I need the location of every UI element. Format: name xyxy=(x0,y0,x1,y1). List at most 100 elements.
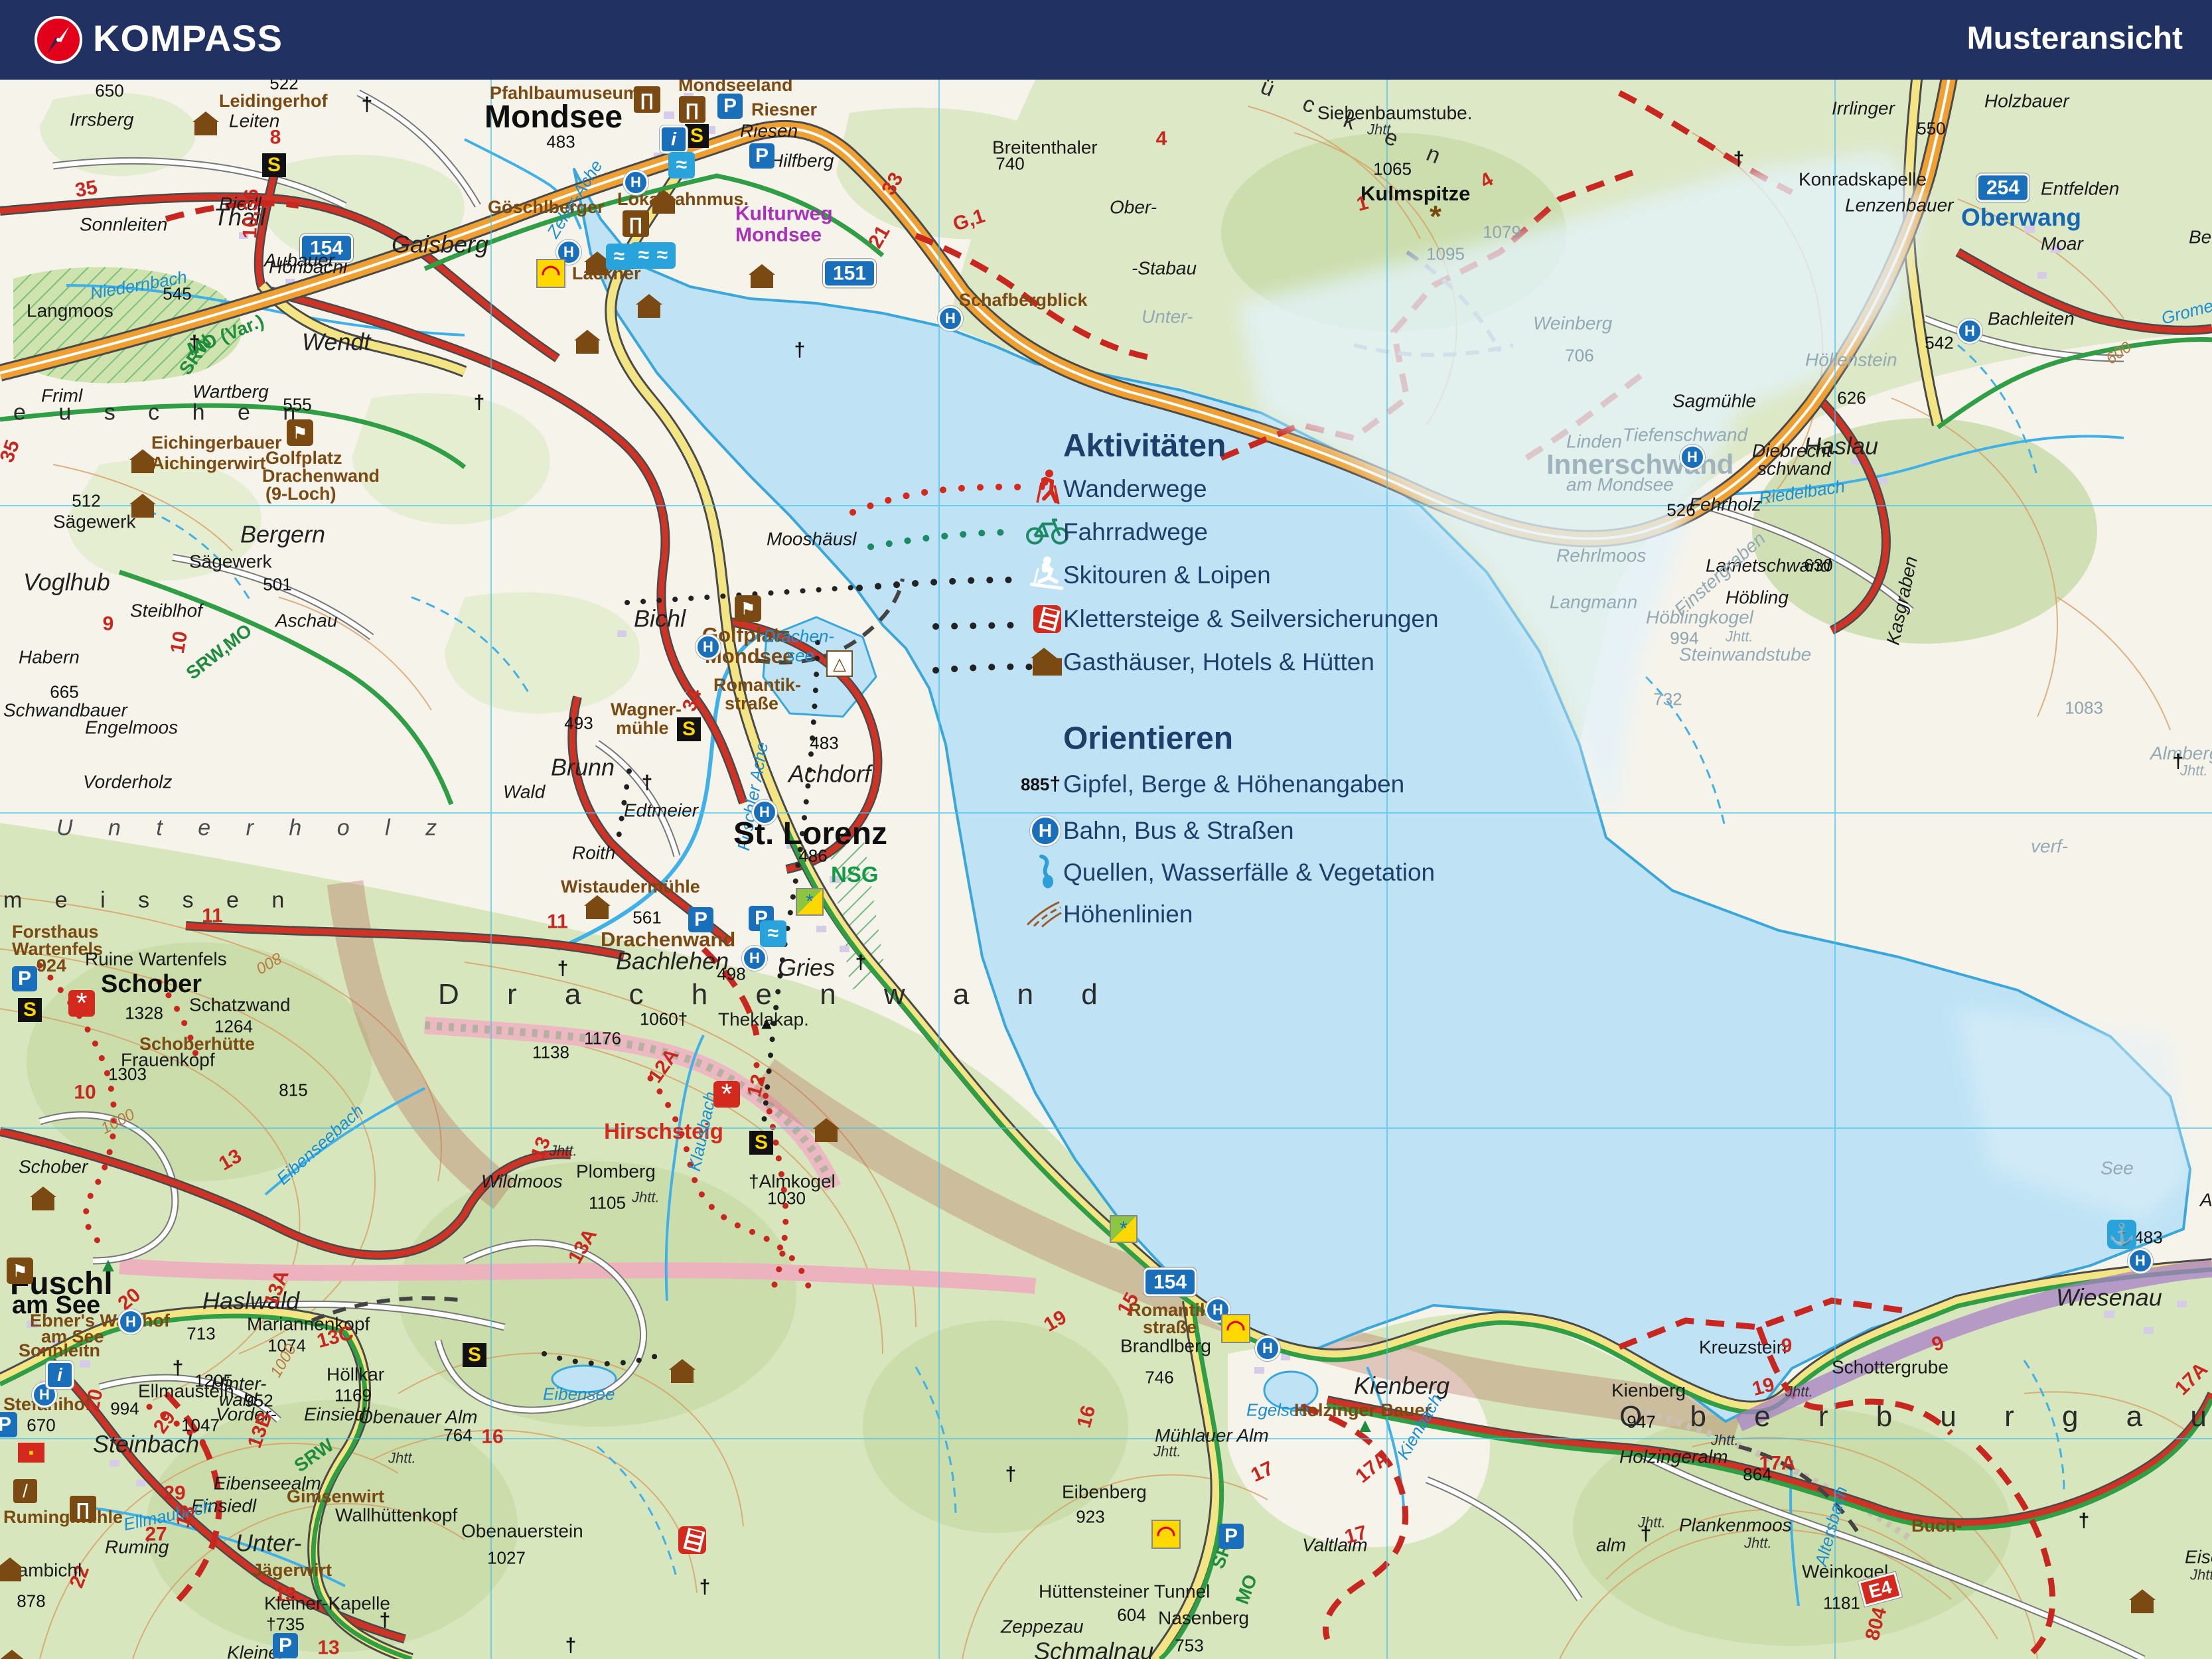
map-label: 8 xyxy=(269,126,281,149)
map-label: Irrlinger xyxy=(1832,98,1895,119)
map-label: 11 xyxy=(202,904,223,927)
map-label: Jhtt. xyxy=(1744,1534,1772,1551)
map-label: Bichl xyxy=(634,605,686,632)
map-label: Ober- xyxy=(1110,196,1157,218)
map-label: Hüttensteiner Tunnel xyxy=(1039,1581,1211,1602)
map-label: Steinbach xyxy=(93,1430,200,1458)
map-label: Kreuzstein xyxy=(1699,1336,1787,1358)
map-label: Wildmoos xyxy=(481,1171,563,1192)
map-label: Edtmeier xyxy=(624,800,699,821)
map-label: Kulmspitze xyxy=(1361,181,1471,205)
map-label: U n t e r h o l z xyxy=(56,815,452,841)
cross-icon: † xyxy=(172,1357,184,1379)
map-label: †735 xyxy=(266,1614,305,1634)
golf-icon: ⚑ xyxy=(7,1258,33,1284)
hut-icon xyxy=(1031,648,1062,676)
map-label: Jhtt. xyxy=(2190,1566,2212,1583)
map-label: 706 xyxy=(1565,345,1594,366)
map-label: Schottergrube xyxy=(1832,1356,1949,1378)
map-label: Forsthaus xyxy=(12,921,99,942)
sun-icon: * xyxy=(1430,199,1441,234)
map-label: Wiesenau xyxy=(2056,1283,2162,1311)
gtri-icon: ▲ xyxy=(98,1254,118,1276)
P-icon: P xyxy=(717,94,743,119)
map-label: 1060† xyxy=(639,1009,688,1029)
swim-icon: ≈ xyxy=(760,920,786,947)
map-label: Unter- xyxy=(1142,306,1193,327)
map-label: Sagmühle xyxy=(1672,390,1757,411)
map-label: (9-Loch) xyxy=(265,483,336,504)
map-label: 555 xyxy=(283,394,312,415)
map-label: verf- xyxy=(2031,835,2068,857)
map-label: 151 xyxy=(822,259,877,288)
bus-icon: ◠ xyxy=(536,259,565,288)
lad-icon xyxy=(678,1526,706,1554)
map-label: 1303 xyxy=(108,1064,147,1084)
map-label: Schafbergblick xyxy=(959,289,1088,310)
kompass-logo-icon xyxy=(35,16,82,64)
map-label: 994 xyxy=(110,1398,139,1419)
map-label: Schober xyxy=(19,1156,88,1177)
map-label: Berg- xyxy=(2189,226,2212,248)
S-icon: S xyxy=(18,998,42,1022)
i-icon: i xyxy=(46,1361,74,1389)
map-label: 740 xyxy=(995,153,1025,174)
map-label: NSG xyxy=(831,861,879,887)
H-icon: H xyxy=(1957,319,1982,344)
camp-icon: △ xyxy=(826,650,853,677)
map-label: 732 xyxy=(1653,689,1682,709)
map-label: Bachleiten xyxy=(1988,308,2075,329)
map-label: Voglhub xyxy=(23,568,110,596)
map-label: Jhtt. xyxy=(550,1142,577,1159)
map-label: 650 xyxy=(95,80,124,101)
map-label: Golfplatz xyxy=(265,447,342,468)
contour-icon xyxy=(1025,899,1062,931)
gy-icon: * xyxy=(796,888,824,916)
golf-icon: ⚑ xyxy=(287,419,313,446)
bus-icon: ◠ xyxy=(1151,1520,1181,1549)
H-icon: H xyxy=(938,306,963,331)
golf-icon: ⚑ xyxy=(735,595,761,622)
map-label: straße xyxy=(1143,1317,1197,1337)
map-label: Rehrlmoos xyxy=(1556,545,1647,566)
map-label: Höblingkogel xyxy=(1646,607,1753,628)
rf-icon: ▪ xyxy=(18,1443,44,1463)
map-label: m e i s s e n xyxy=(3,887,298,913)
peak-height-icon: 885† xyxy=(1020,773,1061,795)
map-label: 1264 xyxy=(214,1016,253,1037)
legend-item-bahn: Bahn, Bus & Straßen xyxy=(1063,817,1294,844)
cross-icon: † xyxy=(557,958,569,979)
map-label: Aichingerwirt xyxy=(151,453,266,473)
H-icon: H xyxy=(696,634,721,660)
legend-activities-title: Aktivitäten xyxy=(1063,428,1226,464)
hand-icon: * xyxy=(713,1078,740,1110)
map-label: Buch- xyxy=(1911,1515,1962,1536)
map-label: Kleiner-Kapelle xyxy=(264,1593,390,1614)
map-label: alm xyxy=(1596,1534,1627,1555)
map-label: Göschlberger xyxy=(488,196,605,217)
map-label: Wallhüttenkopf xyxy=(335,1504,458,1526)
peak-icon: ▲ xyxy=(758,1013,775,1033)
map-label: Jhtt. xyxy=(632,1189,660,1206)
ladder-icon xyxy=(1033,605,1061,633)
cross-icon: † xyxy=(1640,1523,1652,1545)
map-label: Brunn xyxy=(551,753,615,781)
map-label: Hilfberg xyxy=(770,150,834,171)
map-label: Jhtt. xyxy=(1153,1443,1181,1460)
mus-icon: ∏ xyxy=(70,1496,96,1522)
map-label: 20 xyxy=(81,1387,108,1413)
map-label: Diebrecht- xyxy=(1752,440,1838,461)
map-label: 27 xyxy=(145,1523,167,1546)
map-label: Höbling xyxy=(1726,587,1789,608)
map-label: 1030 xyxy=(767,1188,806,1208)
hut-icon xyxy=(574,330,601,354)
hut-icon xyxy=(30,1187,56,1210)
map-label: Jhtt. xyxy=(2180,762,2208,779)
mus-icon: ∏ xyxy=(634,86,660,113)
bus-icon: ◠ xyxy=(1221,1314,1250,1343)
hut-icon xyxy=(584,252,611,275)
map-label: 1138 xyxy=(532,1042,569,1062)
map-label: 483 xyxy=(2134,1227,2163,1248)
bus-stop-icon: H xyxy=(1030,816,1061,846)
map-label: Höllenstein xyxy=(1805,349,1897,370)
